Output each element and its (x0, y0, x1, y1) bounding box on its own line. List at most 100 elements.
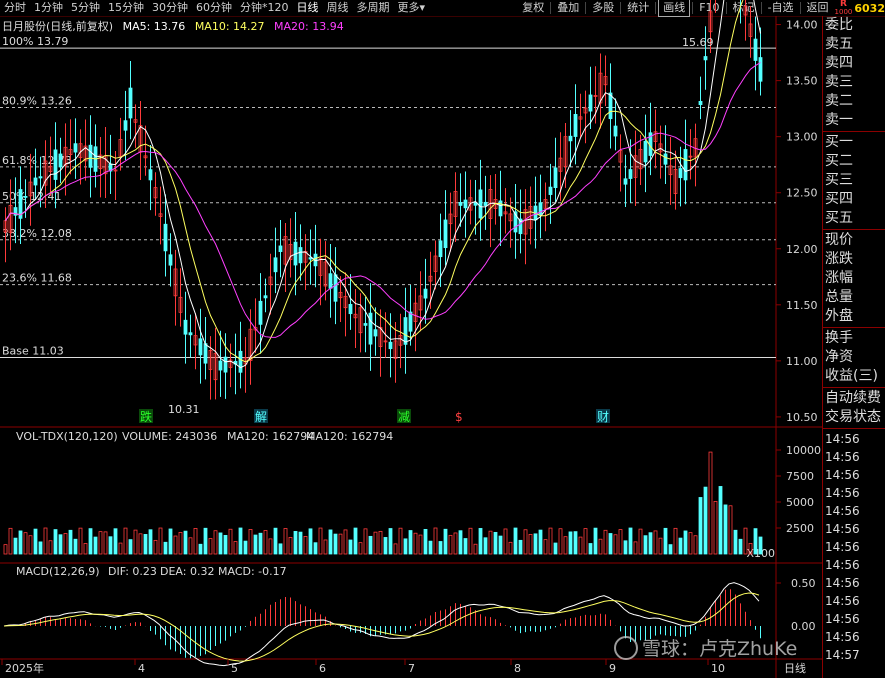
volume-bar (623, 540, 628, 555)
volume-bar (638, 528, 643, 555)
candle-body (548, 186, 553, 195)
volume-bar (178, 532, 183, 555)
price-tick-label: 12.50 (786, 187, 818, 200)
volume-bar (243, 540, 248, 555)
volume-bar (593, 527, 598, 555)
candle-body (478, 189, 483, 219)
volume-bar (238, 527, 243, 555)
volume-bar (318, 527, 323, 555)
candle-body (408, 311, 413, 332)
volume-bar (78, 527, 83, 555)
vol-ma120-a: MA120: 162794 (227, 430, 314, 443)
date-axis: 2025年 4 5 6 7 8 9 10 日线 (1, 659, 806, 675)
volume-bar (733, 529, 738, 555)
candle-body (348, 303, 353, 315)
volume-bar (753, 528, 758, 555)
volume-bar (173, 535, 178, 555)
rp-divider (823, 229, 885, 230)
volume-bar (458, 530, 463, 555)
chart-canvas[interactable]: 138.2% 14.84100% 13.7980.9% 13.2661.8% 1… (0, 0, 822, 678)
date-tick-label: 2025年 (5, 661, 44, 675)
volume-bar (683, 530, 688, 555)
volume-bar (33, 528, 38, 555)
volume-bar (363, 528, 368, 555)
volume-bar (473, 543, 478, 555)
volume-bar (253, 534, 258, 555)
volume-bar (3, 544, 8, 555)
candle-body (363, 323, 368, 326)
volume-bar (168, 528, 173, 555)
watermark-text: 雪球：卢克ZhuKe (642, 638, 797, 660)
volume-bar (43, 527, 48, 555)
rp-trade-status: 交易状态 (825, 409, 881, 425)
rp-divider (823, 387, 885, 388)
volume-bar (468, 527, 473, 555)
volume-bar (443, 528, 448, 555)
candle-body (368, 312, 373, 345)
volume-bar (68, 529, 73, 555)
volume-bar (123, 527, 128, 555)
rp-ask5: 卖五 (825, 36, 853, 52)
macd-dif: DIF: 0.23 (108, 565, 157, 578)
volume-bar (403, 538, 408, 555)
volume-bar (628, 527, 633, 555)
xueqiu-logo-icon (614, 636, 638, 660)
date-tick-label: 4 (138, 662, 145, 675)
volume-bar (448, 534, 453, 555)
event-marker: 解 (255, 410, 267, 424)
volume-bar (563, 536, 568, 555)
price-axis: 15.5015.0014.5014.0013.5013.0012.5012.00… (776, 19, 818, 424)
candle-body (643, 140, 648, 163)
volume-bar (693, 535, 698, 555)
volume-bar (738, 538, 743, 555)
candle-body (588, 94, 593, 112)
volume-bar (398, 527, 403, 555)
candle-body (73, 143, 78, 153)
volume-bar (658, 537, 663, 555)
vol-tick-label: 5000 (786, 496, 814, 509)
volume-bar (278, 543, 283, 555)
volume-bar (323, 539, 328, 555)
rp-divider (823, 131, 885, 132)
volume-bar (713, 501, 718, 555)
price-tick-label: 10.50 (786, 411, 818, 424)
volume-bar (308, 528, 313, 555)
date-tick-label: 8 (514, 662, 521, 675)
volume-bar (333, 533, 338, 555)
candle-body (758, 57, 763, 82)
volume-bar (233, 541, 238, 555)
volume-bar (508, 541, 513, 555)
candle-body (88, 144, 93, 168)
rp-earnings: 收益(三) (825, 368, 878, 384)
date-tick-label: 10 (711, 662, 725, 675)
volume-bar (393, 543, 398, 555)
vol-ma120-b: MA120: 162794 (306, 430, 393, 443)
rp-ask2: 卖二 (825, 93, 853, 109)
vol-header: VOL-TDX(120,120) (16, 430, 118, 443)
candle-body (753, 38, 758, 61)
vol-tick-label: 2500 (786, 522, 814, 535)
volume-bar (298, 531, 303, 555)
rp-auto-renew[interactable]: 自动续费 (823, 389, 885, 408)
volume-bar (388, 528, 393, 555)
low-price-label: 10.31 (168, 403, 200, 416)
volume-bar (513, 527, 518, 555)
volume-bar (498, 535, 503, 555)
tick-time: 14:56 (825, 432, 860, 446)
volume-bar (158, 527, 163, 555)
volume-bar (153, 539, 158, 555)
volume-bar (73, 538, 78, 555)
candle-body (148, 169, 153, 181)
volume-bar (53, 529, 58, 555)
volume-bar (248, 529, 253, 555)
rp-ask4: 卖四 (825, 55, 853, 71)
date-tick-label: 9 (609, 662, 616, 675)
volume-bar (283, 528, 288, 555)
candle-body (188, 332, 193, 336)
volume-bar (353, 527, 358, 555)
candle-body (613, 125, 618, 137)
volume-bar (8, 527, 13, 555)
candle-body (678, 168, 683, 179)
volume-bar (728, 505, 733, 555)
volume-bar (533, 533, 538, 555)
